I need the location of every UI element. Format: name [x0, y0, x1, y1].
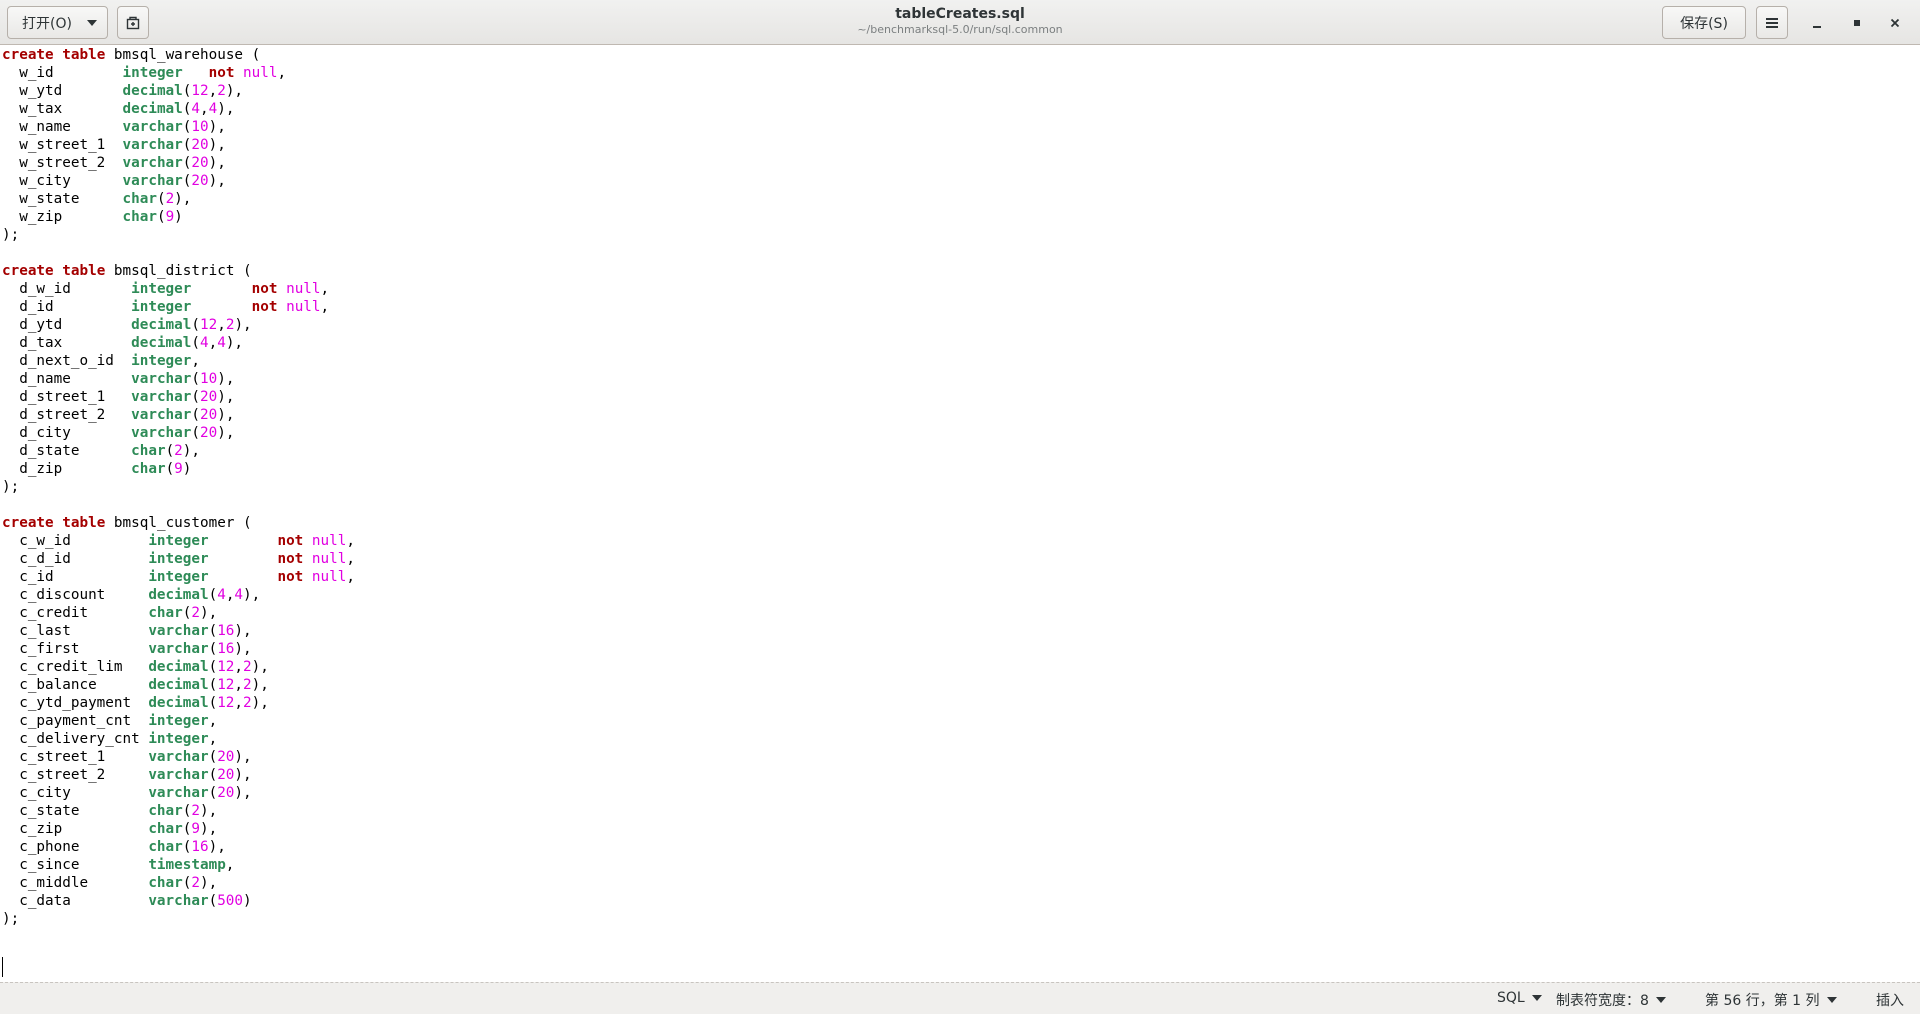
chevron-down-icon — [1655, 997, 1666, 1003]
insert-mode-indicator[interactable]: 插入 — [1876, 990, 1904, 1010]
code-line: d_next_o_id integer, — [2, 353, 200, 369]
language-label: SQL — [1497, 990, 1525, 1006]
code-line: ); — [2, 911, 20, 927]
insert-mode-label: 插入 — [1876, 993, 1904, 1009]
code-line: ); — [2, 479, 20, 495]
code-line: w_id integer not null, — [2, 65, 287, 81]
window-title-block: tableCreates.sql ~/benchmarksql-5.0/run/… — [760, 5, 1160, 37]
code-line: d_w_id integer not null, — [2, 281, 330, 297]
code-line: c_payment_cnt integer, — [2, 713, 218, 729]
code-line: c_since timestamp, — [2, 857, 235, 873]
code-line: w_street_1 varchar(20), — [2, 137, 226, 153]
code-line: c_delivery_cnt integer, — [2, 731, 218, 747]
code-view[interactable]: create table bmsql_warehouse ( w_id inte… — [2, 46, 355, 964]
save-button[interactable]: 保存(S) — [1662, 6, 1746, 39]
menu-button[interactable] — [1756, 6, 1788, 39]
code-line: d_ytd decimal(12,2), — [2, 317, 252, 333]
save-button-label: 保存(S) — [1680, 15, 1728, 32]
code-line: w_ytd decimal(12,2), — [2, 83, 244, 99]
close-button[interactable] — [1884, 12, 1906, 34]
code-line: create table bmsql_warehouse ( — [2, 47, 261, 63]
maximize-button[interactable] — [1846, 12, 1868, 34]
code-line: c_last varchar(16), — [2, 623, 252, 639]
new-document-icon — [126, 16, 140, 29]
code-line: w_zip char(9) — [2, 209, 183, 225]
code-line: w_state char(2), — [2, 191, 192, 207]
code-line: c_data varchar(500) — [2, 893, 252, 909]
tab-width-selector[interactable]: 制表符宽度：8 — [1556, 990, 1666, 1010]
document-title: tableCreates.sql — [895, 6, 1025, 22]
code-line: c_street_1 varchar(20), — [2, 749, 252, 765]
text-editor[interactable]: create table bmsql_warehouse ( w_id inte… — [0, 46, 1920, 982]
code-line: d_zip char(9) — [2, 461, 192, 477]
code-line: d_name varchar(10), — [2, 371, 235, 387]
code-line: c_d_id integer not null, — [2, 551, 355, 567]
code-line: d_state char(2), — [2, 443, 200, 459]
open-button-label: 打开(O) — [22, 15, 72, 32]
hamburger-menu-icon — [1766, 17, 1778, 28]
maximize-icon — [1854, 20, 1860, 26]
code-line: c_middle char(2), — [2, 875, 218, 891]
code-line: c_phone char(16), — [2, 839, 226, 855]
document-path: ~/benchmarksql-5.0/run/sql.common — [857, 23, 1063, 36]
code-line: d_street_2 varchar(20), — [2, 407, 235, 423]
code-line: d_id integer not null, — [2, 299, 330, 315]
new-document-button[interactable] — [117, 6, 149, 39]
code-line: create table bmsql_district ( — [2, 263, 252, 279]
code-line: c_credit_lim decimal(12,2), — [2, 659, 269, 675]
code-line: c_state char(2), — [2, 803, 218, 819]
code-line: c_city varchar(20), — [2, 785, 252, 801]
chevron-down-icon — [87, 20, 97, 26]
cursor-position-selector[interactable]: 第 56 行，第 1 列 — [1705, 990, 1837, 1010]
code-line: ​ — [2, 244, 355, 262]
language-selector[interactable]: SQL — [1497, 990, 1542, 1006]
open-button[interactable]: 打开(O) — [7, 6, 108, 39]
code-line: w_city varchar(20), — [2, 173, 226, 189]
chevron-down-icon — [1531, 995, 1542, 1001]
code-line: ); — [2, 227, 20, 243]
close-icon — [1890, 18, 1900, 28]
code-line: d_tax decimal(4,4), — [2, 335, 244, 351]
code-line: d_street_1 varchar(20), — [2, 389, 235, 405]
minimize-icon — [1813, 26, 1821, 28]
code-line: c_street_2 varchar(20), — [2, 767, 252, 783]
code-line: ​ — [2, 928, 355, 946]
code-line: c_id integer not null, — [2, 569, 355, 585]
code-line: create table bmsql_customer ( — [2, 515, 252, 531]
code-line: c_balance decimal(12,2), — [2, 677, 269, 693]
text-cursor — [2, 957, 3, 977]
minimize-button[interactable] — [1806, 12, 1828, 34]
header-bar: 打开(O) tableCreates.sql ~/benchmarksql-5.… — [0, 0, 1920, 45]
code-line: ​ — [2, 946, 355, 964]
code-line: w_tax decimal(4,4), — [2, 101, 235, 117]
code-line: d_city varchar(20), — [2, 425, 235, 441]
code-line: w_name varchar(10), — [2, 119, 226, 135]
cursor-position-label: 第 56 行，第 1 列 — [1705, 993, 1820, 1009]
status-bar: SQL 制表符宽度：8 第 56 行，第 1 列 插入 — [0, 982, 1920, 1014]
code-line: c_ytd_payment decimal(12,2), — [2, 695, 269, 711]
code-line: c_discount decimal(4,4), — [2, 587, 261, 603]
code-line: c_w_id integer not null, — [2, 533, 355, 549]
chevron-down-icon — [1826, 997, 1837, 1003]
code-line: c_first varchar(16), — [2, 641, 252, 657]
code-line: w_street_2 varchar(20), — [2, 155, 226, 171]
tab-width-label: 制表符宽度：8 — [1556, 993, 1649, 1009]
code-line: c_credit char(2), — [2, 605, 218, 621]
code-line: c_zip char(9), — [2, 821, 218, 837]
code-line: ​ — [2, 496, 355, 514]
